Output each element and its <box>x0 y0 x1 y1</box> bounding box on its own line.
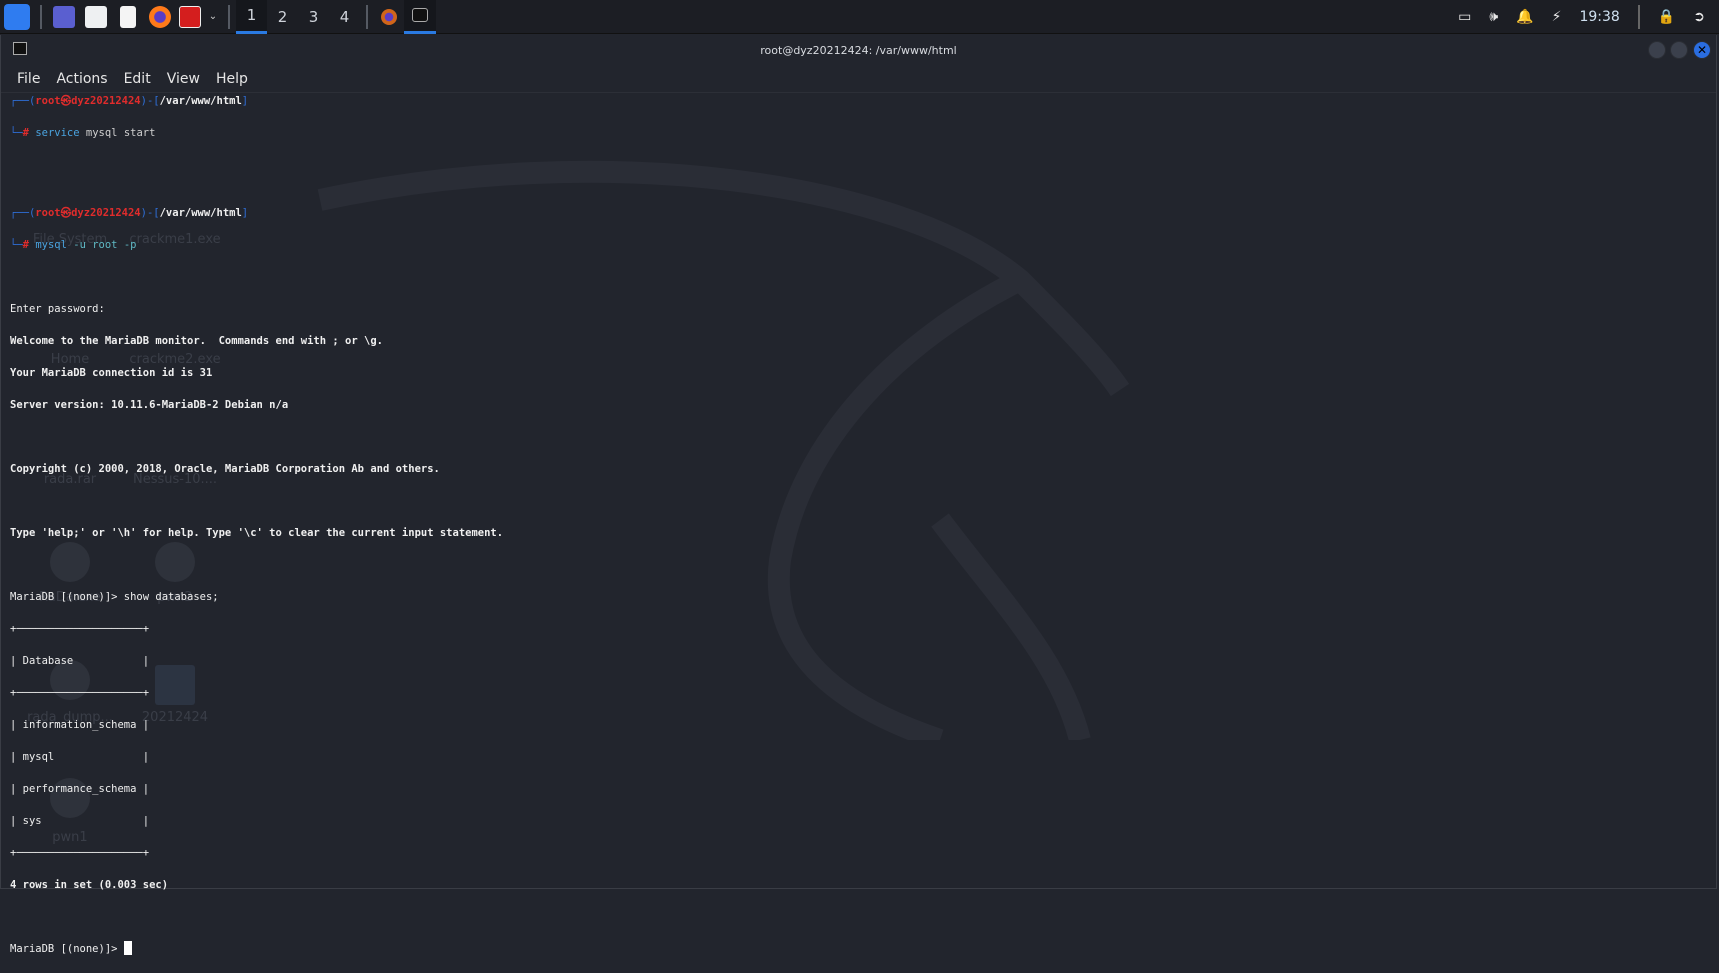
firefox-task-button[interactable] <box>374 0 404 34</box>
power-icon[interactable]: ⚡ <box>1552 9 1562 25</box>
window-title: root@dyz20212424: /var/www/html <box>760 44 957 57</box>
close-icon: ✕ <box>1696 43 1708 57</box>
separator <box>40 4 42 29</box>
file-manager-button[interactable] <box>80 0 112 34</box>
output-line: 4 rows in set (0.003 sec) <box>10 879 169 891</box>
prompt-line: ┌──(root㉿dyz20212424)-[/var/www/html] <box>10 207 249 219</box>
firefox-icon <box>149 5 171 28</box>
terminal-icon <box>412 8 428 22</box>
table-row: | information_schema | <box>10 719 150 731</box>
output-line: Server version: 10.11.6-MariaDB-2 Debian… <box>10 399 289 411</box>
clock[interactable]: 19:38 <box>1579 9 1619 25</box>
text-editor-icon <box>120 5 136 28</box>
notification-bell-icon[interactable]: 🔔 <box>1516 9 1533 25</box>
workspace-2[interactable]: 2 <box>267 0 298 34</box>
show-desktop-button[interactable] <box>48 0 80 34</box>
table-border: +────────────────────+ <box>10 687 150 699</box>
table-border: +────────────────────+ <box>10 623 150 635</box>
output-line: Your MariaDB connection id is 31 <box>10 367 213 379</box>
mariadb-prompt: MariaDB [(none)]> <box>10 943 124 955</box>
terminal-output[interactable]: ┌──(root㉿dyz20212424)-[/var/www/html] └─… <box>10 77 503 973</box>
text-editor-button[interactable] <box>112 0 144 34</box>
kali-menu-button[interactable] <box>0 0 34 34</box>
separator <box>228 4 230 29</box>
workspace-3[interactable]: 3 <box>298 0 329 34</box>
title-bar: root@dyz20212424: /var/www/html ✕ <box>1 35 1716 66</box>
system-tray: ▭ 🕪 🔔 ⚡ 19:38 🔒 ➲ <box>1458 0 1719 34</box>
terminal-launcher-button[interactable] <box>176 0 204 34</box>
output-line: Type 'help;' or '\h' for help. Type '\c'… <box>10 527 504 539</box>
output-line: Copyright (c) 2000, 2018, Oracle, MariaD… <box>10 463 440 475</box>
prompt-line: ┌──(root㉿dyz20212424)-[/var/www/html] <box>10 95 249 107</box>
workspace-4[interactable]: 4 <box>329 0 360 34</box>
minimize-button[interactable] <box>1648 41 1666 59</box>
desktop-icon <box>53 5 75 28</box>
command-line: └─# mysql -u root -p <box>10 239 137 251</box>
lock-icon[interactable]: 🔒 <box>1658 9 1675 25</box>
table-row: | mysql | <box>10 751 150 763</box>
kali-dragon-icon <box>4 3 30 30</box>
logout-icon[interactable]: ➲ <box>1693 9 1705 25</box>
output-line: Welcome to the MariaDB monitor. Commands… <box>10 335 383 347</box>
terminal-icon <box>13 42 27 55</box>
firefox-button[interactable] <box>144 0 176 34</box>
folder-icon <box>85 5 107 28</box>
cursor <box>123 941 132 955</box>
workspace-1[interactable]: 1 <box>236 0 267 34</box>
terminal-icon <box>179 5 201 28</box>
table-row: | performance_schema | <box>10 783 150 795</box>
output-line: Enter password: <box>10 303 105 315</box>
terminal-task-button[interactable] <box>404 0 436 34</box>
firefox-icon <box>381 8 397 25</box>
command-line: └─# service mysql start <box>10 127 156 139</box>
maximize-button[interactable] <box>1670 41 1688 59</box>
close-button[interactable]: ✕ <box>1693 41 1711 59</box>
table-border: +────────────────────+ <box>10 847 150 859</box>
network-icon[interactable]: ▭ <box>1458 9 1471 25</box>
separator <box>1637 5 1640 29</box>
separator <box>366 4 368 29</box>
taskbar: ⌄ 1 2 3 4 ▭ 🕪 🔔 ⚡ 19:38 🔒 ➲ <box>0 0 1719 34</box>
table-header: | Database | <box>10 655 150 667</box>
input-line[interactable]: MariaDB [(none)]> <box>10 941 503 957</box>
query-line: MariaDB [(none)]> show databases; <box>10 591 219 603</box>
volume-icon[interactable]: 🕪 <box>1489 9 1498 25</box>
chevron-down-icon[interactable]: ⌄ <box>204 0 222 34</box>
table-row: | sys | <box>10 815 150 827</box>
